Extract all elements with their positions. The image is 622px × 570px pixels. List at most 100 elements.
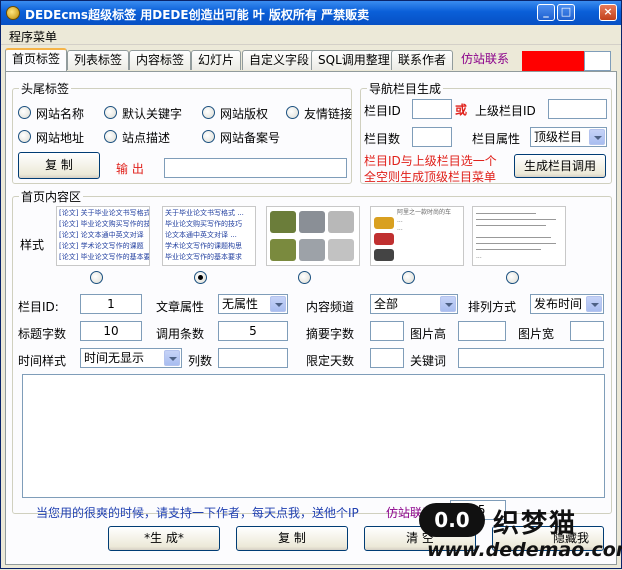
tab-custom-field[interactable]: 自定义字段: [242, 50, 317, 70]
tab-clone-contact[interactable]: 仿站联系: [455, 50, 515, 70]
car-image-icon: [374, 249, 394, 261]
thumb-line: [476, 237, 551, 238]
keyword-label: 关键词: [410, 354, 447, 368]
title-len-input[interactable]: 10: [80, 321, 142, 341]
generate-nav-button[interactable]: 生成栏目调用: [514, 154, 606, 178]
thumb1-line-1: [论文] 关于毕业论文书写格式: [59, 209, 150, 217]
nav-col-attr-select[interactable]: 顶级栏目: [530, 127, 607, 147]
label-site-name: 网站名称: [36, 107, 85, 121]
limit-days-input[interactable]: [370, 348, 404, 368]
chevron-down-icon: [440, 296, 456, 312]
watermark: 0.0 织梦猫 www.dedemao.com: [419, 503, 622, 570]
img-w-input[interactable]: [570, 321, 604, 341]
generate-button[interactable]: *生 成*: [108, 526, 220, 551]
tab-sql[interactable]: SQL调用整理: [311, 50, 397, 70]
label-site-desc: 站点描述: [122, 131, 171, 145]
sort-label: 排列方式: [468, 300, 517, 314]
style-thumb-4[interactable]: 阿里之一款时尚的车 ... ...: [370, 206, 464, 266]
code-output-textarea[interactable]: [22, 374, 605, 498]
nav-parent-id-input[interactable]: [548, 99, 607, 119]
style-thumb-2[interactable]: 关于毕业论文书写格式 ... 毕业论文购买写作的技巧 论文本通中英文对译 ...…: [162, 206, 256, 266]
nav-parent-id-label: 上级栏目ID: [475, 104, 536, 118]
window-title: DEDEcms超级标签 用DEDE创造出可能 叶 版权所有 严禁贩卖: [25, 8, 370, 22]
call-count-label: 调用条数: [156, 327, 205, 341]
thumb2-line-3: 论文本通中英文对译 ...: [165, 231, 237, 239]
col-id-input[interactable]: 1: [80, 294, 142, 314]
content-channel-select[interactable]: 全部: [370, 294, 458, 314]
thumb4-line-2: ...: [397, 217, 403, 224]
columns-input[interactable]: [218, 348, 288, 368]
support-author-link[interactable]: 当您用的很爽的时候，请支持一下作者，每天点我，送他个IP: [36, 504, 359, 521]
article-attr-select[interactable]: 无属性: [218, 294, 288, 314]
chevron-down-icon: [270, 296, 286, 312]
sort-select[interactable]: 发布时间: [530, 294, 604, 314]
nav-col-count-input[interactable]: [412, 127, 452, 147]
menu-program[interactable]: 程序菜单: [9, 28, 57, 45]
keyword-input[interactable]: [458, 348, 604, 368]
car-image-icon: [299, 211, 325, 233]
style-radio-2[interactable]: [194, 271, 207, 284]
label-site-copyright: 网站版权: [220, 107, 269, 121]
nav-col-id-label: 栏目ID: [364, 104, 401, 118]
img-h-label: 图片高: [410, 327, 447, 341]
tab-home[interactable]: 首页标签: [5, 48, 68, 71]
radio-site-copyright[interactable]: [202, 106, 215, 119]
time-style-value: 时间无显示: [84, 351, 145, 365]
img-h-input[interactable]: [458, 321, 506, 341]
style-radio-1[interactable]: [90, 271, 103, 284]
call-count-input[interactable]: 5: [218, 321, 288, 341]
app-icon: [6, 6, 20, 20]
nav-col-attr-label: 栏目属性: [472, 132, 521, 146]
style-radio-4[interactable]: [402, 271, 415, 284]
car-image-icon: [299, 239, 325, 261]
radio-site-desc[interactable]: [104, 130, 117, 143]
maximize-button[interactable]: □: [557, 4, 575, 21]
summary-len-input[interactable]: [370, 321, 404, 341]
output-field[interactable]: [164, 158, 347, 178]
article-attr-label: 文章属性: [156, 300, 205, 314]
watermark-logo: 0.0: [419, 503, 485, 537]
radio-site-name[interactable]: [18, 106, 31, 119]
style-thumb-5[interactable]: ...: [472, 206, 566, 266]
title-bar: DEDEcms超级标签 用DEDE创造出可能 叶 版权所有 严禁贩卖 _ □ ×: [1, 1, 621, 25]
minimize-button[interactable]: _: [537, 4, 555, 21]
close-button[interactable]: ×: [599, 4, 617, 21]
nav-legend: 导航栏目生成: [369, 82, 442, 96]
style-thumb-3[interactable]: [266, 206, 360, 266]
radio-site-url[interactable]: [18, 130, 31, 143]
tab-list[interactable]: 列表标签: [67, 50, 130, 70]
col-id-label: 栏目ID:: [18, 300, 59, 314]
columns-label: 列数: [188, 354, 213, 368]
thumb1-line-3: [论文] 论文本通中英文对译: [59, 231, 144, 239]
title-len-label: 标题字数: [18, 327, 67, 341]
radio-icp[interactable]: [202, 130, 215, 143]
home-tab-panel: 头尾标签 网站名称 默认关键字 网站版权 友情链接 网站地址 站点描述 网站备案…: [5, 71, 617, 565]
thumb2-line-5: 毕业论文写作的基本要求: [165, 253, 242, 261]
style-radio-5[interactable]: [506, 271, 519, 284]
thumb2-line-1: 关于毕业论文书写格式 ...: [165, 209, 244, 217]
thumb1-line-4: [论文] 学术论文写作的课题: [59, 242, 144, 250]
thumb-line: [476, 213, 536, 214]
style-radio-3[interactable]: [298, 271, 311, 284]
thumb-line: [476, 219, 556, 220]
nav-col-id-input[interactable]: [412, 99, 452, 119]
time-style-select[interactable]: 时间无显示: [80, 348, 182, 368]
white-swatch: [584, 51, 611, 71]
copy-header-button[interactable]: 复 制: [18, 152, 100, 179]
tab-slideshow[interactable]: 幻灯片: [191, 50, 242, 70]
car-image-icon: [328, 239, 354, 261]
label-icp: 网站备案号: [220, 131, 281, 145]
watermark-title: 织梦猫: [493, 509, 578, 539]
tab-content[interactable]: 内容标签: [129, 50, 192, 70]
tab-contact-author[interactable]: 联系作者: [391, 50, 454, 70]
thumb-line: [476, 243, 556, 244]
limit-days-label: 限定天数: [306, 354, 355, 368]
chevron-down-icon: [586, 296, 602, 312]
thumb5-line-1: ...: [476, 253, 482, 260]
radio-friend-links[interactable]: [286, 106, 299, 119]
thumb2-line-4: 学术论文写作的课题构思: [165, 242, 242, 250]
style-thumb-1[interactable]: [论文] 关于毕业论文书写格式 [论文] 毕业论文购买写作的技巧 [论文] 论文…: [56, 206, 150, 266]
radio-default-keyword[interactable]: [104, 106, 117, 119]
copy-button[interactable]: 复 制: [236, 526, 348, 551]
car-image-icon: [328, 211, 354, 233]
